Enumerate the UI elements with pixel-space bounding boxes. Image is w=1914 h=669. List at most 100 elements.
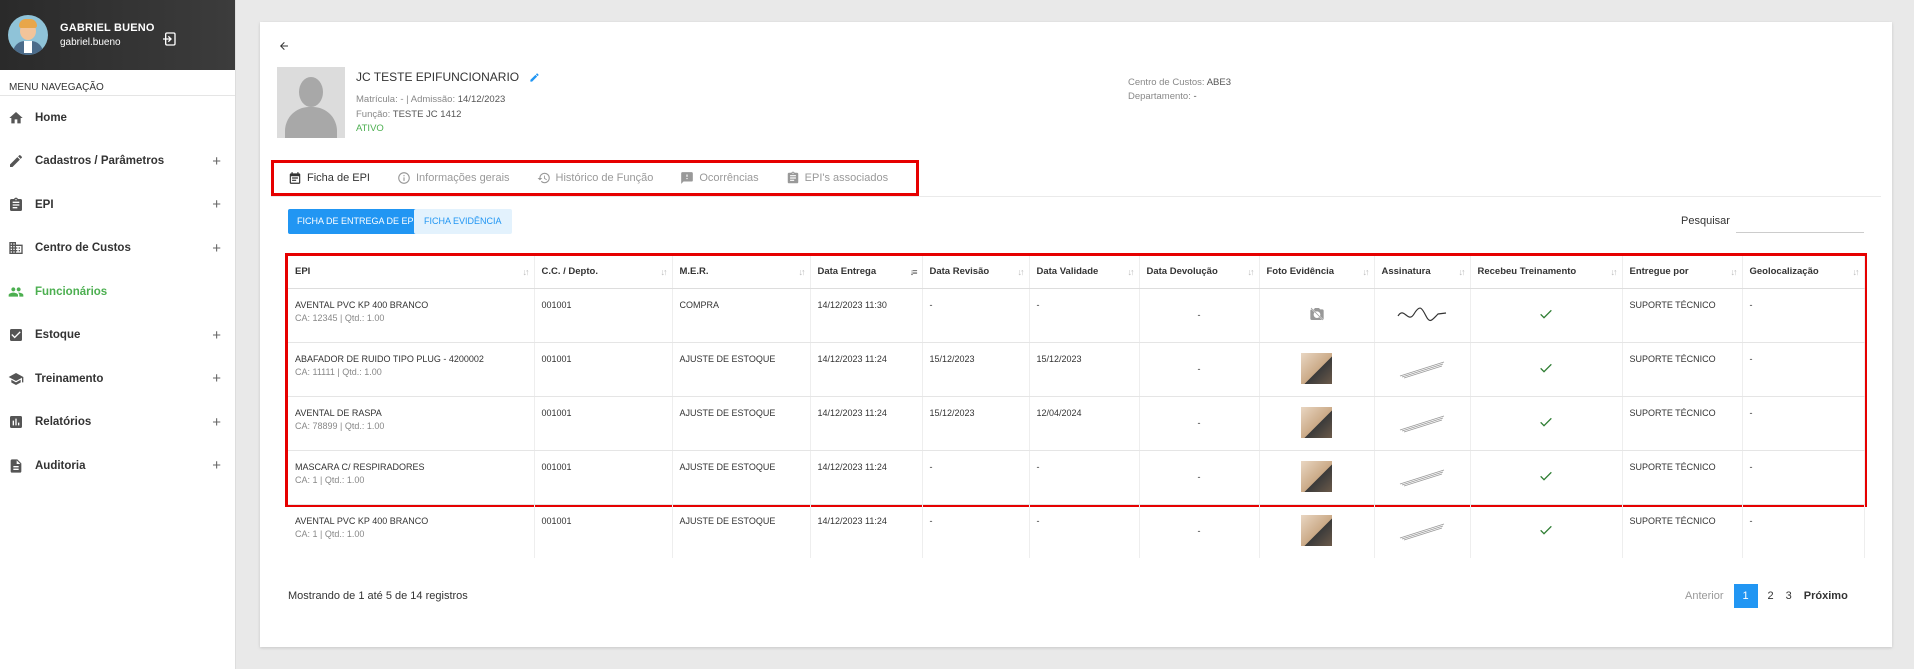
sidebar-item-home[interactable]: Home (0, 96, 235, 140)
sort-icon[interactable]: ↓↑ (1128, 267, 1135, 277)
sidebar-item-label: EPI (35, 198, 54, 211)
expand-icon[interactable]: + (212, 327, 221, 344)
checkmark-icon (1540, 363, 1552, 373)
table-row: AVENTAL PVC KP 400 BRANCO CA: 12345 | Qtd… (288, 288, 1865, 343)
page-button-2[interactable]: 2 (1768, 590, 1774, 602)
sort-icon[interactable]: ↓↑ (1459, 267, 1466, 277)
sort-icon[interactable]: ↓↑ (1363, 267, 1370, 277)
expand-icon[interactable]: + (212, 240, 221, 257)
tab-label: EPI's associados (804, 172, 889, 184)
signature-image[interactable] (1396, 302, 1448, 326)
tab-epis-associados[interactable]: EPI's associados (786, 171, 888, 185)
evidence-photo-thumbnail[interactable] (1301, 352, 1332, 384)
page-button-3[interactable]: 3 (1786, 590, 1792, 602)
column-label: Assinatura (1381, 266, 1431, 278)
page-button-1[interactable]: 1 (1733, 584, 1758, 608)
checkmark-icon (1540, 417, 1552, 427)
cell-treinamento (1470, 450, 1623, 505)
cell-foto (1259, 504, 1375, 558)
sidebar-item-cadastros[interactable]: Cadastros / Parâmetros + (0, 140, 235, 184)
column-header[interactable]: Entregue por ↓↑ (1622, 256, 1743, 289)
tab-ocorrencias[interactable]: Ocorrências (680, 171, 759, 185)
expand-icon[interactable]: + (212, 370, 221, 387)
column-header[interactable]: Foto Evidência ↓↑ (1259, 256, 1375, 289)
cell-geo: - (1742, 288, 1865, 343)
back-arrow-icon[interactable] (278, 40, 290, 52)
tabs-divider (271, 196, 1881, 197)
column-header[interactable]: M.E.R. ↓↑ (672, 256, 811, 289)
search-input[interactable] (1736, 209, 1864, 233)
sidebar-item-label: Treinamento (35, 372, 104, 385)
sort-icon[interactable]: ↓↑ (1018, 267, 1025, 277)
next-page-button[interactable]: Próximo (1804, 590, 1848, 602)
user-login: gabriel.bueno (60, 37, 121, 48)
column-label: Data Revisão (929, 266, 990, 278)
calendar-icon (289, 172, 301, 184)
sort-icon[interactable]: ↓↑ (1248, 267, 1255, 277)
sidebar-item-estoque[interactable]: Estoque + (0, 314, 235, 358)
centro-value: ABE3 (1206, 77, 1231, 88)
sidebar-item-centro-de-custos[interactable]: Centro de Custos + (0, 227, 235, 271)
logout-icon[interactable] (160, 31, 178, 47)
column-header[interactable]: Data Revisão ↓↑ (922, 256, 1030, 289)
table-info: Mostrando de 1 até 5 de 14 registros (288, 590, 468, 602)
table-header-row: EPI ↓↑ C.C. / Depto. ↓↑ M.E.R. ↓↑ Data Entr… (288, 256, 1865, 289)
sidebar-item-relatorios[interactable]: Relatórios + (0, 401, 235, 445)
sort-active-icon[interactable]: ↓≡ (910, 267, 918, 277)
table-row: AVENTAL DE RASPA CA: 78899 | Qtd.: 1.00 00… (288, 396, 1865, 451)
sidebar-item-auditoria[interactable]: Auditoria + (0, 444, 235, 488)
evidence-photo-thumbnail[interactable] (1301, 460, 1332, 492)
sidebar-item-epi[interactable]: EPI + (0, 183, 235, 227)
column-label: Data Entrega (817, 266, 877, 278)
column-header[interactable]: C.C. / Depto. ↓↑ (534, 256, 673, 289)
expand-icon[interactable]: + (212, 153, 221, 170)
sidebar-item-funcionarios[interactable]: Funcionários (0, 270, 235, 314)
tab-ficha-de-epi[interactable]: Ficha de EPI (288, 171, 370, 185)
expand-icon[interactable]: + (212, 457, 221, 474)
checkmark-icon (1540, 526, 1552, 535)
column-header[interactable]: EPI ↓↑ (288, 256, 535, 289)
cell-foto (1259, 396, 1375, 451)
expand-icon[interactable]: + (212, 414, 221, 431)
column-header[interactable]: Assinatura ↓↑ (1374, 256, 1471, 289)
user-name: GABRIEL BUENO (60, 22, 155, 34)
employee-photo (277, 67, 345, 138)
ficha-evidencia-button[interactable]: FICHA EVIDÊNCIA (414, 209, 512, 234)
evidence-photo-thumbnail[interactable] (1301, 406, 1332, 438)
expand-icon[interactable]: + (212, 196, 221, 213)
column-header[interactable]: Recebeu Treinamento ↓↑ (1470, 256, 1623, 289)
column-header[interactable]: Geolocalização ↓↑ (1742, 256, 1865, 289)
sort-icon[interactable]: ↓↑ (1853, 267, 1860, 277)
signature-image[interactable] (1396, 356, 1448, 380)
status-badge: ATIVO (356, 123, 384, 134)
column-header[interactable]: Data Entrega ↓≡ (810, 256, 923, 289)
column-label: Recebeu Treinamento (1477, 266, 1577, 278)
tab-historico-de-funcao[interactable]: Histórico de Função (537, 171, 653, 185)
cell-treinamento (1470, 396, 1623, 451)
sort-icon[interactable]: ↓↑ (661, 267, 668, 277)
epi-details: CA: 78899 | Qtd.: 1.00 (295, 420, 385, 431)
column-header[interactable]: Data Devolução ↓↑ (1139, 256, 1260, 289)
sidebar-item-label: Funcionários (35, 285, 108, 298)
home-icon (9, 111, 23, 124)
edit-icon[interactable] (529, 72, 540, 83)
cell-foto (1259, 450, 1375, 505)
sort-icon[interactable]: ↓↑ (1611, 267, 1618, 277)
column-header[interactable]: Data Validade ↓↑ (1029, 256, 1140, 289)
signature-image[interactable] (1396, 464, 1448, 488)
prev-page-button[interactable]: Anterior (1685, 590, 1724, 602)
ficha-entrega-button[interactable]: FICHA DE ENTREGA DE EPI (288, 209, 426, 234)
evidence-photo-thumbnail[interactable] (1301, 514, 1332, 546)
cell-devolucao: - (1139, 450, 1260, 505)
cell-revisao: 15/12/2023 (922, 396, 1030, 451)
cell-epi: AVENTAL PVC KP 400 BRANCO CA: 12345 | Qtd… (288, 288, 535, 343)
table-row: MASCARA C/ RESPIRADORES CA: 1 | Qtd.: 1.0… (288, 450, 1865, 505)
signature-image[interactable] (1396, 518, 1448, 542)
sidebar-item-treinamento[interactable]: Treinamento + (0, 357, 235, 401)
sort-icon[interactable]: ↓↑ (799, 267, 806, 277)
tab-informacoes-gerais[interactable]: Informações gerais (397, 171, 510, 185)
signature-image[interactable] (1396, 410, 1448, 434)
column-label: Data Devolução (1146, 266, 1218, 278)
sort-icon[interactable]: ↓↑ (1731, 267, 1738, 277)
sort-icon[interactable]: ↓↑ (523, 267, 530, 277)
